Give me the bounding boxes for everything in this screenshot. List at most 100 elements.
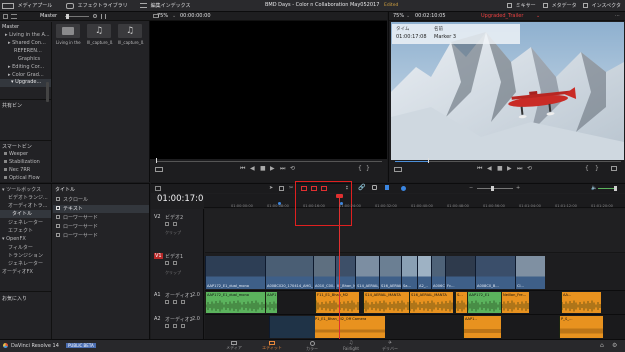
fullscreen-icon[interactable]: [611, 166, 617, 171]
video-clip[interactable]: Sa...: [401, 256, 417, 289]
blade-tool-icon[interactable]: ✂: [289, 185, 293, 191]
video-clip[interactable]: A006C...: [431, 256, 445, 289]
audio-clip[interactable]: [269, 316, 315, 338]
page-tab-color[interactable]: カラー: [300, 340, 324, 352]
video-clip[interactable]: Ilf_Bhan_M2...: [335, 256, 355, 289]
track-id-a2[interactable]: A2: [154, 316, 161, 322]
source-zoom[interactable]: 75%: [157, 13, 168, 19]
audio-clip[interactable]: Neillon_Fre...: [501, 292, 529, 313]
effects-tree-item[interactable]: ビデオトランジ...: [8, 194, 51, 201]
loop-icon[interactable]: ⟲: [290, 165, 295, 172]
page-tab-edit[interactable]: エディット: [258, 340, 286, 352]
lock-icon[interactable]: [165, 222, 169, 226]
zoom-in-icon[interactable]: +: [516, 185, 520, 191]
timeline-zoom[interactable]: 75%: [393, 13, 404, 19]
link-icon[interactable]: 🔗: [358, 184, 365, 191]
audio-clip[interactable]: P_S_...: [559, 316, 603, 338]
play-icon[interactable]: ▶: [507, 165, 512, 172]
bin-item[interactable]: ▸ Editing Cor...: [8, 64, 51, 70]
video-clip[interactable]: A008C020_170414_AHG_...: [265, 256, 313, 289]
skip-back-icon[interactable]: ⏮: [477, 165, 482, 173]
audio-clip[interactable]: AA...: [561, 292, 601, 313]
smart-bin-item[interactable]: Optical Flow: [4, 175, 50, 181]
timeline-zoom-dropdown[interactable]: ⌄: [406, 13, 410, 19]
mark-out-icon[interactable]: }: [595, 165, 599, 172]
page-tab-fairlight[interactable]: ♫ Fairlight: [336, 340, 366, 352]
audio-clip[interactable]: S16_AERIAL_MANTA: [409, 292, 453, 313]
sort-icon[interactable]: [101, 14, 106, 19]
effects-tree-item[interactable]: ジェネレーター: [8, 260, 51, 267]
video-clip[interactable]: Cl...: [515, 256, 545, 289]
timeline-scrubber-playhead[interactable]: [428, 158, 429, 163]
zoom-slider[interactable]: [477, 188, 513, 189]
timeline-dropdown-arrow[interactable]: ⌄: [536, 13, 540, 19]
effects-tree-item[interactable]: エフェクト: [8, 227, 51, 234]
mute-icon[interactable]: [181, 324, 185, 328]
clip-thumbnail[interactable]: ♫ Ill_capture_0...: [87, 24, 113, 45]
home-icon[interactable]: ⌂: [600, 342, 604, 349]
smart-bin-item[interactable]: Stabilization: [4, 159, 50, 165]
mark-out-icon[interactable]: }: [366, 165, 370, 172]
speaker-icon[interactable]: 🔈: [591, 185, 597, 191]
clip-type-icon[interactable]: [155, 167, 163, 172]
video-clip[interactable]: A2_..: [417, 256, 431, 289]
effects-tree-item[interactable]: ▾ OpenFX: [2, 236, 50, 242]
title-item[interactable]: ローワーサード: [53, 223, 149, 231]
bin-item[interactable]: REFEREN...: [14, 48, 51, 54]
effects-library-tab[interactable]: エフェクトライブラリ: [66, 2, 136, 10]
bin-selector[interactable]: Master: [40, 13, 57, 19]
effects-tree-item[interactable]: ▾ ツールボックス: [2, 186, 50, 193]
audio-clip[interactable]: P1_E1_Bhan_M2_Off Camera: [313, 316, 385, 338]
audio-clip[interactable]: F11_E1_Bhan_M2: [315, 292, 359, 313]
page-tab-deliver[interactable]: ✈ デリバー: [376, 340, 404, 352]
list-view-icon[interactable]: [11, 14, 17, 19]
skip-forward-icon[interactable]: ⏭: [280, 165, 285, 173]
video-clip[interactable]: A010_C00...: [313, 256, 335, 289]
lock-icon[interactable]: [165, 261, 169, 265]
audio-clip[interactable]: AAP17...: [265, 292, 277, 313]
audio-clip[interactable]: S14_AERIAL_MANTA: [363, 292, 409, 313]
timeline-dropdown[interactable]: Upgraded_Trailer: [481, 13, 523, 19]
bin-item[interactable]: Graphics: [18, 56, 51, 62]
smart-bin-item[interactable]: Nec 7RR: [4, 167, 50, 173]
mixer-tab[interactable]: ミキサー: [507, 2, 543, 9]
size-slider-knob[interactable]: [66, 14, 69, 19]
effects-tree-item[interactable]: フィルター: [8, 244, 51, 251]
effects-tree-item[interactable]: オーディオトラ...: [8, 202, 51, 209]
source-viewer-screen[interactable]: [150, 21, 387, 159]
video-clip[interactable]: Fc...: [445, 256, 475, 289]
skip-back-icon[interactable]: ⏮: [240, 165, 245, 173]
reverse-icon[interactable]: ◀: [250, 165, 255, 172]
source-playhead[interactable]: [156, 158, 157, 163]
mute-icon[interactable]: [181, 300, 185, 304]
title-item[interactable]: ローワーサード: [53, 214, 149, 222]
bin-item[interactable]: ▸ Living in the A...: [5, 32, 51, 38]
audio-clip[interactable]: AAP172_E1_dual_mono: [205, 292, 265, 313]
source-scrubber[interactable]: [156, 161, 382, 162]
smart-bin-item[interactable]: Weeper: [4, 151, 50, 157]
loop-icon[interactable]: ⟲: [527, 165, 532, 172]
zoom-slider-knob[interactable]: [491, 186, 494, 191]
reverse-icon[interactable]: ◀: [487, 165, 492, 172]
video-clip[interactable]: S14_AERIAL_MANTA...: [355, 256, 379, 289]
stop-icon[interactable]: ■: [260, 165, 266, 172]
track-id-a1[interactable]: A1: [154, 292, 161, 298]
source-zoom-dropdown[interactable]: ⌄: [172, 13, 176, 19]
track-lane-v2[interactable]: [205, 209, 625, 253]
master-bin[interactable]: Master: [2, 24, 50, 30]
trim-tool-icon[interactable]: [279, 186, 284, 191]
mark-in-icon[interactable]: {: [358, 165, 362, 172]
grid-view-icon[interactable]: [3, 14, 8, 19]
page-tab-media[interactable]: メディア: [222, 340, 246, 352]
audio-clip[interactable]: AAP1..: [463, 316, 501, 338]
video-clip[interactable]: A008C0_B...: [475, 256, 515, 289]
clip-type-icon[interactable]: [394, 167, 402, 172]
effects-tree-item[interactable]: オーディオFX: [2, 268, 50, 275]
marker-icon[interactable]: [401, 186, 406, 191]
lock-icon[interactable]: [165, 324, 169, 328]
mark-in-icon[interactable]: {: [585, 165, 589, 172]
position-lock-icon[interactable]: [372, 185, 377, 190]
clip-thumbnail[interactable]: Living in the A...: [56, 24, 82, 45]
auto-track-icon[interactable]: [173, 222, 177, 226]
effects-tree-item[interactable]: トランジション: [8, 252, 51, 259]
